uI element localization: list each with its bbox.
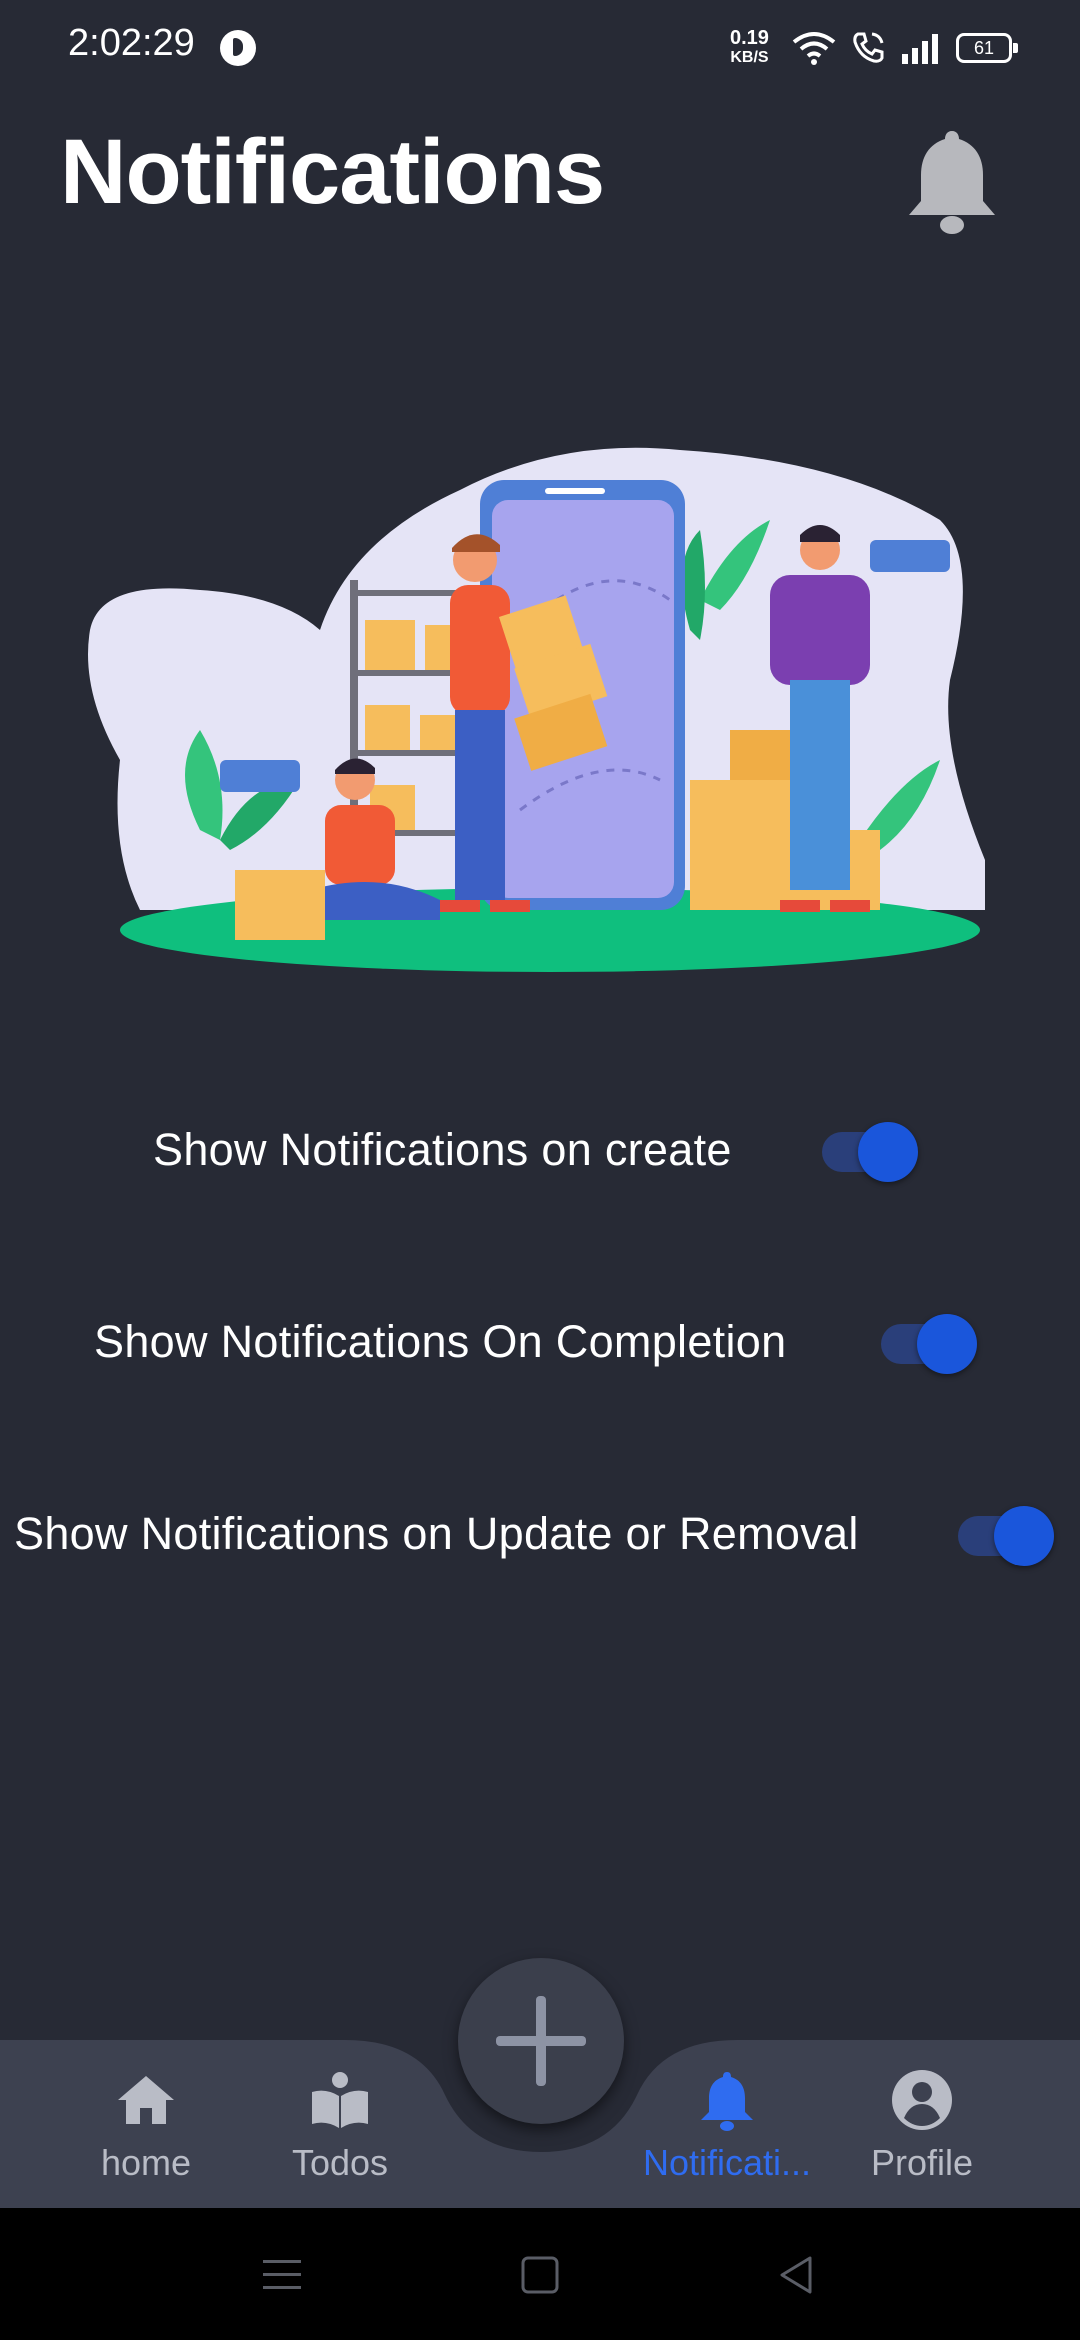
app-notification-icon [220, 30, 256, 66]
status-bar: 2:02:29 0.19 KB/S 61 [0, 0, 1080, 96]
wifi-call-icon [853, 32, 884, 63]
status-icons: 61 [792, 24, 1018, 72]
network-speed-unit: KB/S [730, 49, 769, 66]
toggle-on-update-removal[interactable] [958, 1506, 1054, 1566]
page-title: Notifications [60, 121, 605, 223]
signal-icon [902, 34, 938, 64]
plus-icon [496, 1996, 586, 2086]
back-icon[interactable] [772, 2250, 822, 2300]
toggle-on-create[interactable] [822, 1122, 918, 1182]
account-icon [892, 2070, 952, 2130]
toggle-thumb [917, 1314, 977, 1374]
bell-icon [701, 2072, 753, 2131]
network-speed-value: 0.19 [730, 27, 769, 49]
bell-icon[interactable] [905, 125, 1000, 235]
setting-row-on-completion: Show Notifications On Completion [94, 1302, 786, 1382]
home-square-icon[interactable] [515, 2250, 565, 2300]
nav-item-home[interactable]: home [66, 2068, 226, 2198]
book-user-icon [312, 2072, 368, 2128]
setting-label-on-update-removal: Show Notifications on Update or Removal [14, 1508, 859, 1559]
delivery-illustration [88, 447, 985, 972]
nav-item-notifications[interactable]: Notificati... [632, 2068, 822, 2198]
nav-item-todos[interactable]: Todos [260, 2068, 420, 2198]
setting-row-on-update-removal: Show Notifications on Update or Removal [14, 1494, 859, 1574]
setting-label-on-create: Show Notifications on create [153, 1124, 732, 1175]
setting-row-on-create: Show Notifications on create [153, 1110, 732, 1190]
system-nav-bar [0, 2208, 1080, 2340]
status-time: 2:02:29 [68, 22, 195, 64]
nav-label-profile: Profile [870, 2142, 974, 2183]
battery-indicator: 61 [956, 33, 1018, 63]
nav-label-home: home [100, 2142, 192, 2183]
toggle-on-completion[interactable] [881, 1314, 977, 1374]
nav-item-profile[interactable]: Profile [842, 2068, 1002, 2198]
toggle-thumb [858, 1122, 918, 1182]
toggle-thumb [994, 1506, 1054, 1566]
nav-label-todos: Todos [291, 2142, 389, 2183]
menu-icon[interactable] [257, 2250, 307, 2300]
setting-label-on-completion: Show Notifications On Completion [94, 1316, 787, 1367]
nav-label-notifications: Notificati... [642, 2142, 812, 2183]
home-icon [118, 2076, 174, 2124]
add-todo-button[interactable] [458, 1958, 624, 2124]
network-speed: 0.19 KB/S [730, 28, 769, 68]
wifi-icon [792, 32, 836, 65]
